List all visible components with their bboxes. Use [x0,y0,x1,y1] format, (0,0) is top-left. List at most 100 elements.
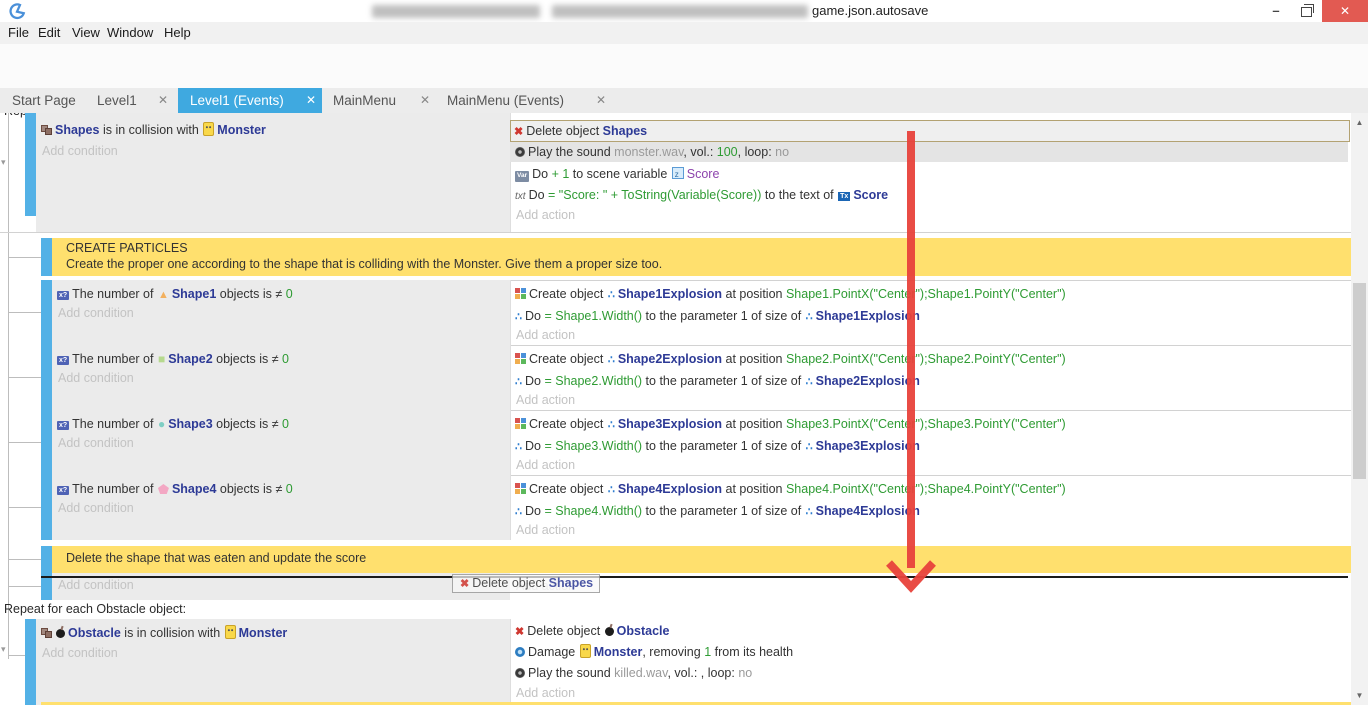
scroll-down-icon[interactable]: ▼ [1351,691,1368,700]
add-condition-link[interactable]: Add condition [42,144,118,158]
tree-rail [8,113,9,659]
subevent-bar[interactable] [41,475,52,540]
close-button[interactable]: ✕ [1322,0,1368,22]
action-row[interactable]: Play the sound killed.wav, vol.: , loop:… [514,664,752,682]
add-condition-link[interactable]: Add condition [58,436,134,450]
add-action-link[interactable]: Add action [516,523,575,537]
tx-icon [838,192,850,201]
particle-icon [608,480,615,499]
minimize-button[interactable]: – [1262,0,1290,22]
tab-mainmenu[interactable]: MainMenu [333,93,396,108]
action-row[interactable]: Damage Monster, removing 1 from its heal… [514,643,793,661]
comment-body: Create the proper one according to the s… [66,257,662,271]
comment-title: Delete the shape that was eaten and upda… [66,551,366,565]
add-condition-link[interactable]: Add condition [58,371,134,385]
bomb-icon [56,629,65,638]
action-row[interactable]: Do + 1 to scene variable Score [514,165,719,183]
tab-close-icon[interactable]: ✕ [596,93,606,107]
action-row[interactable]: Delete object Obstacle [514,622,669,641]
event2-bar[interactable] [25,619,36,705]
comment-title: CREATE PARTICLES [66,241,188,255]
condition-row[interactable]: The number of Shape1 objects is ≠ 0 [56,285,293,304]
scrollbar-thumb[interactable] [1353,283,1366,479]
subevent-bar[interactable] [41,345,52,410]
add-action-link[interactable]: Add action [516,686,575,700]
collapse-arrow-icon[interactable]: ▾ [1,157,6,168]
vertical-scrollbar[interactable]: ▲ ▼ [1351,113,1368,705]
action-row[interactable]: Create object Shape3Explosion at positio… [514,415,1066,434]
restore-button[interactable] [1292,0,1320,22]
condition-row[interactable]: The number of Shape2 objects is ≠ 0 [56,350,289,368]
add-action-link[interactable]: Add action [516,393,575,407]
create-icon [515,483,526,494]
subevent-bar[interactable] [41,410,52,475]
blurred-title-segment [552,5,808,18]
scenevar-icon [672,167,684,179]
tab-level1-events[interactable]: Level1 (Events) ✕ [178,88,322,113]
sq-icon [158,350,165,368]
particle-icon [515,502,522,521]
action-row[interactable]: Do = "Score: " + ToString(Variable(Score… [514,186,888,206]
delete-icon [515,622,524,641]
menu-file[interactable]: File [8,25,29,40]
column-divider [510,475,511,540]
count-icon [57,291,69,300]
tri-icon [158,285,169,304]
menu-window[interactable]: Window [107,25,153,40]
tree-connector [8,655,25,656]
tab-close-icon[interactable]: ✕ [420,93,430,107]
blurred-title-segment [372,5,540,18]
column-divider [510,345,511,410]
delete-icon [460,575,469,592]
subevent-bar[interactable] [41,280,52,345]
sound-icon [515,668,525,678]
comment-block[interactable]: Delete the shape that was eaten and upda… [52,546,1351,573]
particle-icon [806,502,813,521]
condition-row[interactable]: Shapes is in collision with Monster [40,121,266,139]
column-divider [510,280,511,345]
tree-connector [8,312,41,313]
condition-row[interactable]: The number of Shape3 objects is ≠ 0 [56,415,289,433]
comment-bar[interactable] [41,546,52,573]
event1-bar[interactable] [25,113,36,216]
scroll-up-icon[interactable]: ▲ [1351,118,1368,127]
menu-edit[interactable]: Edit [38,25,60,40]
tree-connector [8,377,41,378]
red-annotation-arrow [875,123,947,601]
collapse-arrow-icon[interactable]: ▾ [1,644,6,655]
tab-mainmenu-events[interactable]: MainMenu (Events) [447,93,564,108]
menu-help[interactable]: Help [164,25,191,40]
add-action-link[interactable]: Add action [516,328,575,342]
monster-icon [203,122,214,136]
menu-view[interactable]: View [72,25,100,40]
action-row[interactable]: Do = Shape4.Width() to the parameter 1 o… [514,502,920,521]
add-condition-link[interactable]: Add condition [42,646,118,660]
tab-close-icon[interactable]: ✕ [158,93,168,107]
add-condition-link[interactable]: Add condition [58,306,134,320]
particle-icon [515,372,522,391]
tab-level1[interactable]: Level1 [97,93,137,108]
collision-icon [41,125,52,135]
event2-header[interactable]: Repeat for each Obstacle object: [4,602,186,616]
action-row[interactable]: Do = Shape1.Width() to the parameter 1 o… [514,307,920,326]
add-condition-link[interactable]: Add condition [58,578,134,592]
add-action-link[interactable]: Add action [516,458,575,472]
comment-bar[interactable] [41,238,52,276]
tab-start-page[interactable]: Start Page [12,93,76,108]
action-row[interactable]: Do = Shape3.Width() to the parameter 1 o… [514,437,920,456]
add-condition-link[interactable]: Add condition [58,501,134,515]
action-row[interactable]: Create object Shape2Explosion at positio… [514,350,1066,369]
condition-row[interactable]: The number of Shape4 objects is ≠ 0 [56,480,293,498]
tab-close-icon[interactable]: ✕ [306,93,316,107]
particle-icon [608,350,615,369]
comment-block[interactable]: CREATE PARTICLES Create the proper one a… [52,238,1351,276]
condition-row[interactable]: Obstacle is in collision with Monster [40,624,287,642]
count-icon [57,486,69,495]
gdevelop-window: game.json.autosave – ✕ File Edit View Wi… [0,0,1368,705]
action-row[interactable]: Do = Shape2.Width() to the parameter 1 o… [514,372,920,391]
create-icon [515,418,526,429]
action-row[interactable]: Create object Shape4Explosion at positio… [514,480,1066,499]
action-row[interactable]: Create object Shape1Explosion at positio… [514,285,1066,304]
damage-icon [515,647,525,657]
add-action-link[interactable]: Add action [516,208,575,222]
